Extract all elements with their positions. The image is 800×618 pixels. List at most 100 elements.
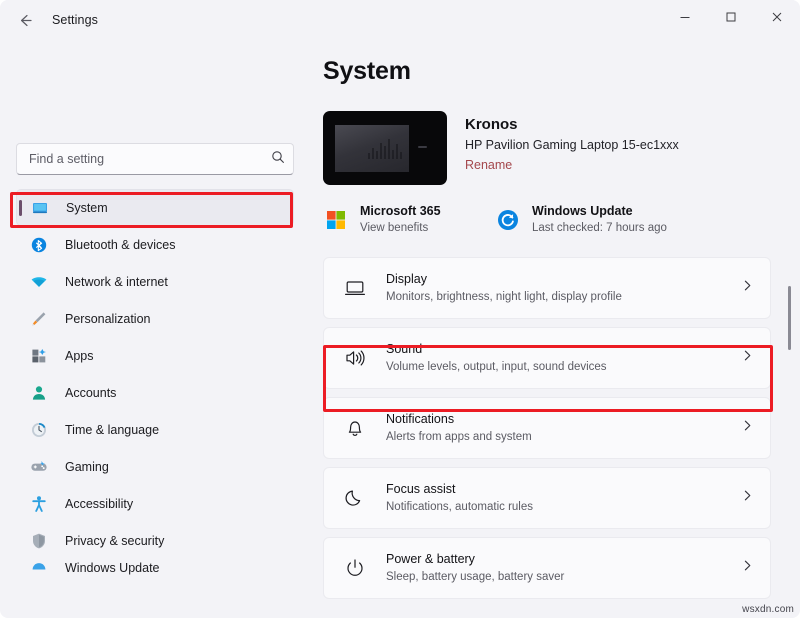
content-scrollbar[interactable] — [788, 286, 791, 598]
back-arrow-icon — [17, 12, 34, 29]
bluetooth-icon — [28, 235, 50, 255]
sidebar-item-accounts[interactable]: Accounts — [16, 374, 294, 411]
page-title: System — [323, 57, 800, 86]
settings-card-text: Display Monitors, brightness, night ligh… — [386, 270, 622, 306]
rename-link[interactable]: Rename — [465, 156, 512, 175]
update-refresh-icon — [495, 207, 521, 233]
settings-card-subtitle: Sleep, battery usage, battery saver — [386, 569, 564, 586]
device-thumbnail-art — [368, 139, 402, 159]
clock-icon — [28, 420, 50, 440]
device-name: Kronos — [465, 115, 679, 135]
settings-card-text: Notifications Alerts from apps and syste… — [386, 410, 532, 446]
accessibility-icon — [28, 494, 50, 514]
chevron-right-icon — [741, 419, 754, 437]
maximize-icon — [725, 11, 737, 23]
minimize-icon — [679, 11, 691, 23]
sidebar-item-label: Privacy & security — [65, 534, 164, 548]
sidebar-item-label: Windows Update — [65, 561, 160, 575]
settings-card-power-battery[interactable]: Power & battery Sleep, battery usage, ba… — [323, 537, 771, 599]
settings-card-focus-assist[interactable]: Focus assist Notifications, automatic ru… — [323, 467, 771, 529]
quick-link-text: Microsoft 365 View benefits — [360, 203, 441, 236]
window-controls — [662, 0, 800, 40]
sidebar-item-label: Accounts — [65, 386, 116, 400]
sidebar-item-label: Apps — [65, 349, 94, 363]
quick-link-microsoft-365[interactable]: Microsoft 365 View benefits — [323, 203, 478, 236]
sidebar-item-system[interactable]: System — [16, 189, 294, 226]
chevron-right-icon — [741, 349, 754, 367]
sidebar-item-privacy-security[interactable]: Privacy & security — [16, 522, 294, 559]
windows-update-icon — [28, 559, 50, 577]
sidebar-item-gaming[interactable]: Gaming — [16, 448, 294, 485]
settings-card-title: Display — [386, 270, 622, 288]
sidebar: System Bluetooth & devices — [0, 40, 310, 618]
settings-window: Settings — [0, 0, 800, 618]
paintbrush-icon — [28, 309, 50, 329]
quick-link-subtitle: Last checked: 7 hours ago — [532, 220, 667, 236]
sidebar-item-label: System — [66, 201, 108, 215]
device-thumbnail — [323, 111, 447, 185]
chevron-right-icon — [741, 559, 754, 577]
settings-card-title: Notifications — [386, 410, 532, 428]
microsoft-logo-icon — [323, 207, 349, 233]
bell-icon — [341, 414, 369, 442]
sidebar-item-accessibility[interactable]: Accessibility — [16, 485, 294, 522]
quick-links-row: Microsoft 365 View benefits Windows Upda… — [323, 203, 800, 236]
title-bar: Settings — [0, 0, 800, 40]
maximize-button[interactable] — [708, 0, 754, 34]
settings-card-subtitle: Alerts from apps and system — [386, 429, 532, 446]
sidebar-item-label: Gaming — [65, 460, 109, 474]
settings-card-subtitle: Volume levels, output, input, sound devi… — [386, 359, 607, 376]
sidebar-item-label: Personalization — [65, 312, 150, 326]
settings-card-text: Focus assist Notifications, automatic ru… — [386, 480, 533, 516]
sidebar-item-label: Network & internet — [65, 275, 168, 289]
settings-card-sound[interactable]: Sound Volume levels, output, input, soun… — [323, 327, 771, 389]
search-icon[interactable] — [271, 150, 285, 169]
device-thumbnail-keyboard — [418, 146, 427, 148]
person-icon — [28, 383, 50, 403]
sidebar-item-time-language[interactable]: Time & language — [16, 411, 294, 448]
sidebar-item-bluetooth-devices[interactable]: Bluetooth & devices — [16, 226, 294, 263]
settings-card-subtitle: Notifications, automatic rules — [386, 499, 533, 516]
close-button[interactable] — [754, 0, 800, 34]
wifi-icon — [28, 272, 50, 292]
settings-card-display[interactable]: Display Monitors, brightness, night ligh… — [323, 257, 771, 319]
device-model: HP Pavilion Gaming Laptop 15-ec1xxx — [465, 136, 679, 155]
minimize-button[interactable] — [662, 0, 708, 34]
close-icon — [771, 11, 783, 23]
quick-link-subtitle: View benefits — [360, 220, 441, 236]
shield-icon — [28, 531, 50, 551]
settings-card-title: Sound — [386, 340, 607, 358]
sidebar-item-windows-update[interactable]: Windows Update — [16, 559, 294, 577]
settings-card-title: Focus assist — [386, 480, 533, 498]
search-container — [16, 143, 294, 175]
power-icon — [341, 554, 369, 582]
quick-link-title: Microsoft 365 — [360, 203, 441, 220]
settings-card-list: Display Monitors, brightness, night ligh… — [323, 257, 771, 599]
scrollbar-thumb[interactable] — [788, 286, 791, 350]
sidebar-item-label: Bluetooth & devices — [65, 238, 176, 252]
watermark: wsxdn.com — [742, 604, 794, 615]
settings-card-text: Power & battery Sleep, battery usage, ba… — [386, 550, 564, 586]
gamepad-icon — [28, 457, 50, 477]
search-input[interactable] — [16, 143, 294, 175]
sidebar-item-network-internet[interactable]: Network & internet — [16, 263, 294, 300]
sidebar-nav: System Bluetooth & devices — [16, 189, 294, 577]
device-summary: Kronos HP Pavilion Gaming Laptop 15-ec1x… — [323, 111, 800, 185]
speaker-icon — [341, 344, 369, 372]
settings-card-title: Power & battery — [386, 550, 564, 568]
sidebar-item-label: Time & language — [65, 423, 159, 437]
sidebar-item-personalization[interactable]: Personalization — [16, 300, 294, 337]
monitor-icon — [29, 198, 51, 218]
quick-link-title: Windows Update — [532, 203, 667, 220]
settings-card-text: Sound Volume levels, output, input, soun… — [386, 340, 607, 376]
window-title: Settings — [52, 13, 98, 27]
settings-card-notifications[interactable]: Notifications Alerts from apps and syste… — [323, 397, 771, 459]
main-content: System Kronos HP Pavilion Gaming Laptop … — [310, 40, 800, 618]
display-icon — [341, 274, 369, 302]
settings-card-subtitle: Monitors, brightness, night light, displ… — [386, 289, 622, 306]
moon-icon — [341, 484, 369, 512]
back-button[interactable] — [8, 5, 42, 35]
sidebar-item-apps[interactable]: Apps — [16, 337, 294, 374]
sidebar-item-label: Accessibility — [65, 497, 133, 511]
quick-link-windows-update[interactable]: Windows Update Last checked: 7 hours ago — [495, 203, 667, 236]
